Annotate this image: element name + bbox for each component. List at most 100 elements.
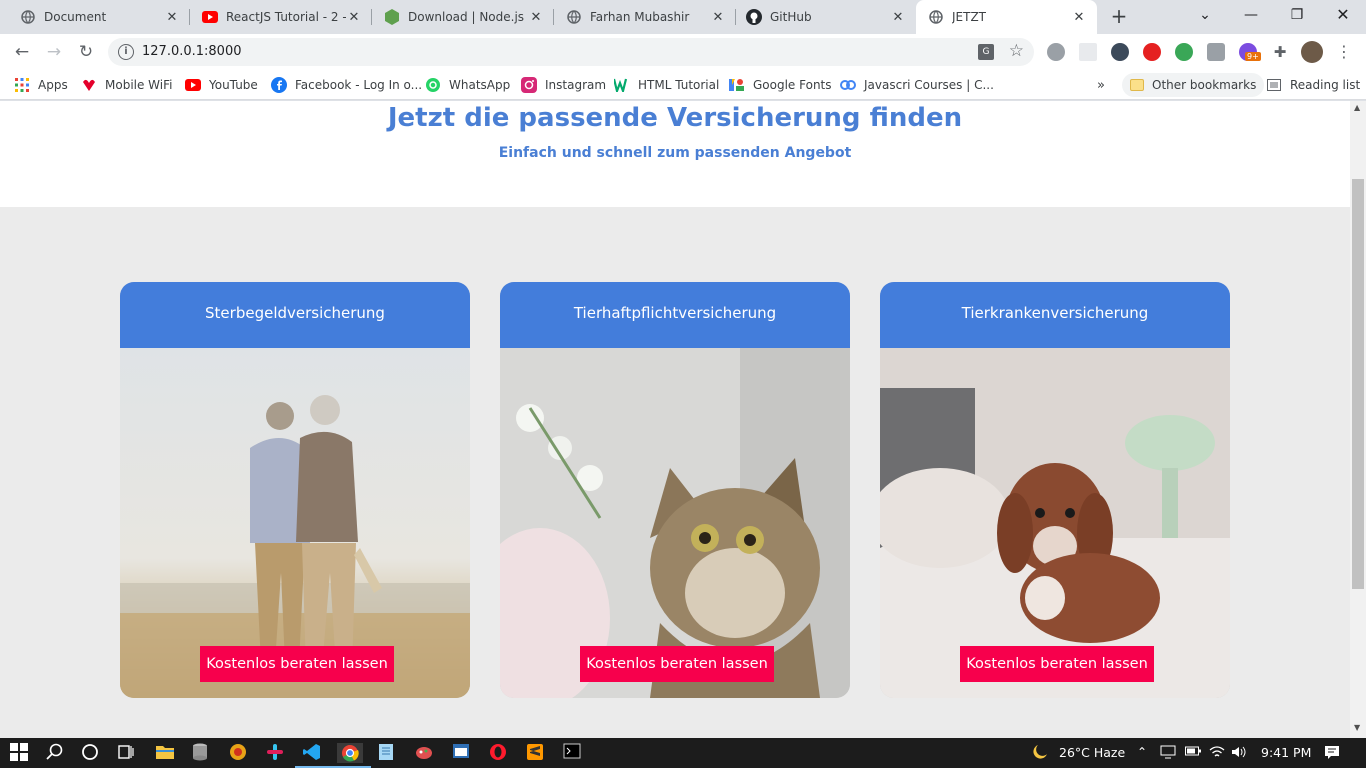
extension-badge-icon[interactable]: 9+ bbox=[1239, 43, 1261, 61]
bookmark-apps[interactable]: Apps bbox=[14, 76, 68, 94]
search-icon[interactable] bbox=[46, 743, 66, 763]
tab-search-icon[interactable]: ⌄ bbox=[1182, 0, 1228, 30]
tab-github[interactable]: GitHub ✕ bbox=[736, 0, 916, 34]
notifications-icon[interactable] bbox=[1324, 745, 1340, 762]
opera-icon[interactable] bbox=[489, 743, 509, 763]
bookmark-label: YouTube bbox=[209, 78, 258, 92]
bookmark-google-fonts[interactable]: Google Fonts bbox=[729, 76, 832, 94]
windows-start-icon[interactable] bbox=[10, 743, 30, 763]
bookmark-mobile-wifi[interactable]: Mobile WiFi bbox=[81, 76, 172, 94]
translate-icon[interactable]: G bbox=[978, 44, 994, 60]
battery-icon[interactable] bbox=[1185, 745, 1201, 760]
task-view-icon[interactable] bbox=[117, 743, 137, 763]
page-scrollbar[interactable]: ▲ ▼ bbox=[1350, 101, 1366, 738]
close-icon[interactable]: ✕ bbox=[1071, 10, 1087, 25]
close-icon[interactable]: ✕ bbox=[346, 10, 362, 25]
bookmark-star-icon[interactable]: ☆ bbox=[1009, 41, 1024, 61]
minimize-button[interactable]: — bbox=[1228, 0, 1274, 30]
tray-chevron-icon[interactable]: ⌃ bbox=[1137, 745, 1147, 759]
forward-button[interactable]: → bbox=[42, 40, 66, 64]
database-icon[interactable] bbox=[192, 743, 212, 763]
reload-button[interactable]: ↻ bbox=[74, 40, 98, 64]
puzzle-icon[interactable]: ✚ bbox=[1271, 43, 1289, 61]
scrollbar-thumb[interactable] bbox=[1352, 179, 1364, 589]
close-icon[interactable]: ✕ bbox=[528, 10, 544, 25]
chrome-icon[interactable] bbox=[329, 743, 371, 768]
reading-list[interactable]: Reading list bbox=[1266, 76, 1360, 94]
weather-text[interactable]: 26°C Haze bbox=[1059, 745, 1125, 760]
network-icon[interactable] bbox=[1160, 745, 1176, 762]
extension-camera-icon[interactable] bbox=[1207, 43, 1225, 61]
tab-title: JETZT bbox=[952, 10, 987, 24]
new-tab-button[interactable]: + bbox=[1108, 6, 1130, 28]
extension-a-icon[interactable] bbox=[1079, 43, 1097, 61]
extension-globe-icon[interactable] bbox=[1047, 43, 1065, 61]
extension-color-icon[interactable] bbox=[1175, 43, 1193, 61]
bookmark-facebook[interactable]: Facebook - Log In o... bbox=[271, 76, 422, 94]
cortana-icon[interactable] bbox=[81, 743, 101, 763]
restore-button[interactable]: ❐ bbox=[1274, 0, 1320, 30]
card-tierhaftpflicht: Tierhaftpflichtversicherung Kostenlos be… bbox=[500, 282, 850, 698]
link-chain-icon bbox=[840, 77, 856, 93]
bookmark-instagram[interactable]: Instagram bbox=[521, 76, 606, 94]
scroll-up-icon[interactable]: ▲ bbox=[1354, 103, 1360, 112]
terminal-icon[interactable] bbox=[563, 743, 583, 763]
tab-title: Farhan Mubashir bbox=[590, 10, 690, 24]
url-text: 127.0.0.1:8000 bbox=[142, 44, 242, 59]
page-viewport: Jetzt die passende Versicherung finden E… bbox=[0, 101, 1366, 738]
close-window-button[interactable]: ✕ bbox=[1320, 0, 1366, 30]
close-icon[interactable]: ✕ bbox=[890, 10, 906, 25]
tab-reactjs[interactable]: ReactJS Tutorial - 2 - H ✕ bbox=[190, 0, 372, 34]
apps-grid-icon bbox=[14, 77, 30, 93]
tab-document[interactable]: Document ✕ bbox=[0, 0, 190, 34]
info-icon[interactable]: i bbox=[118, 44, 134, 60]
tab-title: Download | Node.js bbox=[408, 10, 525, 24]
folder-icon bbox=[1130, 79, 1144, 91]
vscode-icon[interactable] bbox=[295, 743, 331, 768]
google-fonts-icon bbox=[729, 77, 745, 93]
paint-icon[interactable] bbox=[415, 743, 435, 763]
tab-strip: Document ✕ ReactJS Tutorial - 2 - H ✕ Do… bbox=[0, 0, 1366, 34]
bookmark-label: Instagram bbox=[545, 78, 607, 92]
scroll-down-icon[interactable]: ▼ bbox=[1354, 723, 1360, 732]
bookmark-html-tutorial[interactable]: HTML Tutorial bbox=[614, 76, 719, 94]
back-button[interactable]: ← bbox=[10, 40, 34, 64]
bookmark-label: HTML Tutorial bbox=[638, 78, 720, 92]
extension-badge-count: 9+ bbox=[1245, 52, 1261, 61]
address-bar[interactable]: i 127.0.0.1:8000 G ☆ bbox=[108, 38, 1034, 66]
extension-cursor-icon[interactable] bbox=[1111, 43, 1129, 61]
bookmarks-overflow-button[interactable]: » bbox=[1097, 76, 1105, 94]
whatsapp-icon bbox=[425, 77, 441, 93]
clock-time[interactable]: 9:41 PM bbox=[1261, 745, 1311, 760]
extension-adblock-icon[interactable] bbox=[1143, 43, 1161, 61]
menu-kebab-icon[interactable]: ⋮ bbox=[1335, 43, 1353, 61]
file-explorer-icon[interactable] bbox=[155, 743, 175, 763]
consult-button[interactable]: Kostenlos beraten lassen bbox=[200, 646, 394, 682]
bookmark-label: Facebook - Log In o... bbox=[295, 78, 423, 92]
globe-icon bbox=[928, 9, 944, 25]
page-subtitle: Einfach und schnell zum passenden Angebo… bbox=[498, 145, 852, 161]
close-icon[interactable]: ✕ bbox=[710, 10, 726, 25]
close-icon[interactable]: ✕ bbox=[164, 10, 180, 25]
consult-button[interactable]: Kostenlos beraten lassen bbox=[580, 646, 774, 682]
bookmark-label: Other bookmarks bbox=[1152, 78, 1257, 92]
notepad-icon[interactable] bbox=[378, 743, 398, 763]
window-app-icon[interactable] bbox=[452, 743, 472, 763]
card-tierkranken: Tierkrankenversicherung Kostenlos berate… bbox=[880, 282, 1230, 698]
tab-jetzt[interactable]: JETZT ✕ bbox=[916, 0, 1097, 34]
slack-icon[interactable] bbox=[266, 743, 286, 763]
sublime-icon[interactable] bbox=[526, 743, 546, 763]
volume-icon[interactable] bbox=[1231, 745, 1247, 762]
tab-nodejs[interactable]: Download | Node.js ✕ bbox=[372, 0, 554, 34]
card-title: Tierkrankenversicherung bbox=[880, 282, 1230, 348]
bookmark-whatsapp[interactable]: WhatsApp bbox=[425, 76, 510, 94]
tab-farhan[interactable]: Farhan Mubashir ✕ bbox=[554, 0, 736, 34]
bookmark-youtube[interactable]: YouTube bbox=[185, 76, 258, 94]
avatar[interactable] bbox=[1301, 41, 1323, 63]
tab-title: ReactJS Tutorial - 2 - H bbox=[226, 10, 346, 24]
other-bookmarks[interactable]: Other bookmarks bbox=[1122, 73, 1265, 97]
bookmark-javascript-courses[interactable]: Javascri Courses | C... bbox=[840, 76, 994, 94]
consult-button[interactable]: Kostenlos beraten lassen bbox=[960, 646, 1154, 682]
app-target-icon[interactable] bbox=[229, 743, 249, 763]
wifi-icon[interactable] bbox=[1209, 745, 1225, 762]
